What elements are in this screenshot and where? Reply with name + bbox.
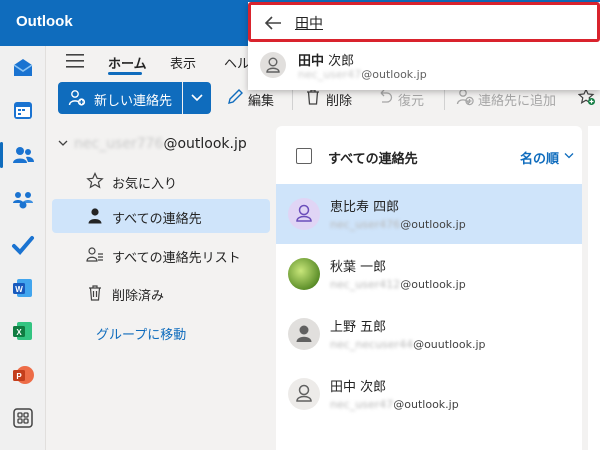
sort-dropdown[interactable]: 名の順 xyxy=(520,148,559,167)
folder-all-contacts[interactable]: すべての連絡先 xyxy=(52,199,270,233)
add-to-contacts-button[interactable]: 連絡先に追加 xyxy=(478,90,556,109)
avatar xyxy=(288,198,320,230)
calendar-icon[interactable] xyxy=(11,98,35,122)
contact-row[interactable]: 恵比寿 四郎 nec_user476@outlook.jp xyxy=(276,184,582,244)
search-input[interactable]: 田中 xyxy=(248,2,600,42)
arrow-left-icon[interactable] xyxy=(263,13,283,33)
avatar xyxy=(288,378,320,410)
new-contact-label: 新しい連絡先 xyxy=(94,94,173,109)
search-suggestion[interactable]: 田中 次郎 nec_user47@outlook.jp xyxy=(248,44,600,88)
suggestion-email: nec_user47@outlook.jp xyxy=(298,68,427,81)
tab-view[interactable]: 表示 xyxy=(170,53,196,72)
undo-restore-icon xyxy=(380,89,393,103)
contact-name: 田中 次郎 xyxy=(330,380,387,395)
restore-button[interactable]: 復元 xyxy=(398,90,424,109)
folder-pane: nec_user776@outlook.jp お気に入り すべての連絡先 すべて… xyxy=(46,124,274,450)
tab-home[interactable]: ホーム xyxy=(108,53,147,72)
contact-list-header: すべての連絡先 名の順 xyxy=(276,126,582,184)
rail-active-indicator xyxy=(0,142,3,168)
groups-icon[interactable] xyxy=(11,188,35,212)
add-person-icon xyxy=(68,90,86,106)
folder-label: 削除済み xyxy=(112,289,165,304)
trash-icon xyxy=(89,285,101,301)
avatar xyxy=(288,318,320,350)
suggestion-name: 田中 次郎 xyxy=(298,54,355,69)
contact-list-icon xyxy=(86,247,103,262)
account-name[interactable]: nec_user776@outlook.jp xyxy=(74,136,247,152)
tab-home-underline xyxy=(108,72,142,75)
folder-deleted[interactable]: 削除済み xyxy=(52,276,270,310)
contact-list-title: すべての連絡先 xyxy=(328,152,418,167)
folder-label: お気に入り xyxy=(112,177,178,192)
app-rail: W X P xyxy=(0,46,46,450)
folder-label: すべての連絡先リスト xyxy=(112,251,241,266)
chevron-down-icon xyxy=(191,94,203,102)
add-to-contacts-icon xyxy=(456,89,474,106)
contact-email: nec_user476@outlook.jp xyxy=(330,218,466,231)
search-query: 田中 xyxy=(295,16,323,32)
contact-row[interactable]: 上野 五郎 nec_necuser44@ouutlook.jp xyxy=(276,304,582,364)
contact-row[interactable]: 田中 次郎 nec_user47@outlook.jp xyxy=(276,364,582,424)
people-icon[interactable] xyxy=(11,143,35,167)
reading-pane-edge xyxy=(588,126,600,450)
mail-icon[interactable] xyxy=(11,56,35,80)
svg-text:X: X xyxy=(16,328,22,337)
edit-button[interactable]: 編集 xyxy=(248,90,274,109)
person-icon xyxy=(296,325,312,342)
word-icon[interactable]: W xyxy=(11,276,35,300)
go-to-groups-link[interactable]: グループに移動 xyxy=(96,324,186,343)
person-icon xyxy=(88,208,102,224)
folder-all-contact-lists[interactable]: すべての連絡先リスト xyxy=(52,238,270,272)
contact-email: nec_user47@outlook.jp xyxy=(330,398,459,411)
favorite-star-add-icon[interactable] xyxy=(578,88,596,106)
avatar xyxy=(260,52,286,78)
person-icon xyxy=(296,204,312,222)
contact-email: nec_necuser44@ouutlook.jp xyxy=(330,338,486,351)
select-all-checkbox[interactable] xyxy=(296,148,312,164)
contact-name: 秋葉 一郎 xyxy=(330,260,387,275)
person-icon xyxy=(266,57,280,73)
delete-button[interactable]: 削除 xyxy=(326,90,352,109)
folder-label: すべての連絡先 xyxy=(112,212,202,227)
contact-name: 上野 五郎 xyxy=(330,320,387,335)
new-contact-dropdown[interactable] xyxy=(183,82,211,114)
search-popup: 田中 田中 次郎 nec_user47@outlook.jp xyxy=(248,2,600,90)
folder-favorites[interactable]: お気に入り xyxy=(52,164,270,198)
excel-icon[interactable]: X xyxy=(11,319,35,343)
chevron-down-icon[interactable] xyxy=(58,138,68,148)
tab-help[interactable]: ヘルプ xyxy=(224,53,248,72)
svg-text:W: W xyxy=(15,285,23,294)
trash-icon xyxy=(307,89,319,105)
hamburger-menu-icon[interactable] xyxy=(66,54,84,68)
star-icon xyxy=(86,172,104,189)
contact-email: nec_user412@outlook.jp xyxy=(330,278,466,291)
more-apps-icon[interactable] xyxy=(11,406,35,430)
edit-pencil-icon xyxy=(228,89,243,104)
app-title[interactable]: Outlook xyxy=(16,13,73,30)
svg-text:P: P xyxy=(16,372,22,381)
contact-name: 恵比寿 四郎 xyxy=(330,200,400,215)
chevron-down-icon[interactable] xyxy=(564,152,574,160)
todo-check-icon[interactable] xyxy=(11,233,35,257)
avatar-photo xyxy=(288,258,320,290)
new-contact-button[interactable]: 新しい連絡先 xyxy=(58,82,182,114)
powerpoint-icon[interactable]: P xyxy=(11,363,35,387)
contact-row[interactable]: 秋葉 一郎 nec_user412@outlook.jp xyxy=(276,244,582,304)
person-icon xyxy=(296,384,312,402)
ribbon-tabs: ホーム 表示 ヘルプ xyxy=(46,46,248,76)
contact-list: すべての連絡先 名の順 恵比寿 四郎 nec_user476@outlook.j… xyxy=(276,126,582,450)
